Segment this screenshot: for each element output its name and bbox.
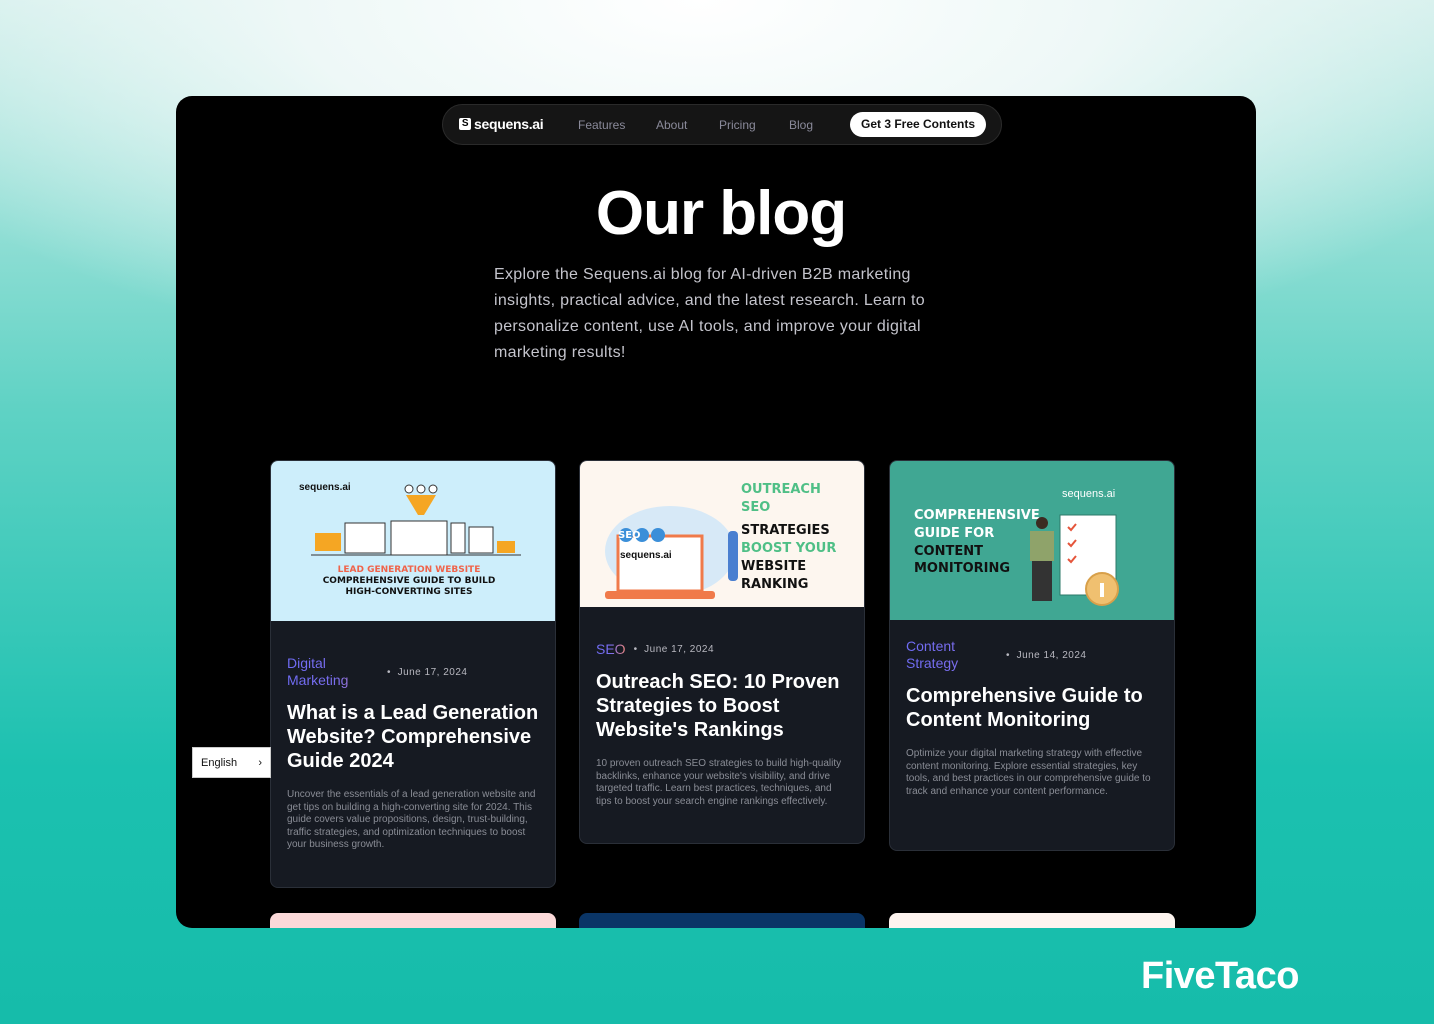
chevron-right-icon: ›	[258, 757, 262, 769]
thumb-badge: SEO	[618, 530, 641, 541]
post-title[interactable]: Comprehensive Guide to Content Monitorin…	[906, 684, 1158, 732]
blog-card-partial[interactable]	[889, 913, 1175, 928]
post-title[interactable]: Outreach SEO: 10 Proven Strategies to Bo…	[596, 670, 848, 742]
page-intro: Explore the Sequens.ai blog for AI-drive…	[494, 266, 925, 361]
thumb-line: STRATEGIES	[741, 523, 830, 538]
thumb-line: WEBSITE	[741, 559, 807, 574]
thumb-line: MONITORING	[914, 561, 1011, 576]
blog-card-partial[interactable]	[270, 913, 556, 928]
post-thumbnail: sequens.ai LEAD GENERATION WEBSITE COMPR…	[271, 461, 555, 621]
post-date: • June 14, 2024	[1006, 649, 1087, 661]
thumb-brand: sequens.ai	[620, 550, 672, 561]
post-thumbnail: sequens.ai COMPREHENSIVE GUIDE FOR CONTE…	[890, 461, 1174, 620]
nav-blog[interactable]: Blog	[789, 118, 813, 132]
nav-pricing[interactable]: Pricing	[719, 118, 756, 132]
nav-features[interactable]: Features	[578, 118, 625, 132]
nav-about[interactable]: About	[656, 118, 687, 132]
browser-window: Ssequens.ai Features About Pricing Blog …	[176, 96, 1256, 928]
get-free-contents-button[interactable]: Get 3 Free Contents	[850, 112, 986, 137]
thumb-line: RANKING	[741, 577, 809, 592]
post-category[interactable]: Digital Marketing	[287, 655, 387, 689]
thumb-line: SEO	[741, 500, 771, 515]
brand-logo[interactable]: Ssequens.ai	[459, 116, 544, 132]
thumb-line: OUTREACH	[741, 482, 821, 497]
post-category[interactable]: Content Strategy	[906, 638, 1006, 672]
post-excerpt: Uncover the essentials of a lead generat…	[287, 789, 536, 851]
post-thumbnail: sequens.ai SEO OUTREACH SEO STRATEGIES B…	[580, 461, 864, 607]
thumb-line: CONTENT	[914, 544, 983, 559]
thumb-line: HIGH-CONVERTING SITES	[345, 587, 473, 597]
funnel-illustration-icon	[311, 484, 521, 556]
thumb-line: LEAD GENERATION WEBSITE	[337, 565, 481, 575]
post-date: • June 17, 2024	[633, 644, 715, 655]
post-title[interactable]: What is a Lead Generation Website? Compr…	[287, 701, 539, 773]
post-excerpt: 10 proven outreach SEO strategies to bui…	[596, 758, 842, 807]
thumb-line: GUIDE FOR	[914, 526, 995, 541]
language-selector[interactable]: English ›	[192, 747, 271, 778]
page-title: Our blog	[595, 179, 847, 248]
blog-card[interactable]: sequens.ai LEAD GENERATION WEBSITE COMPR…	[270, 460, 556, 888]
post-category[interactable]: SEO	[596, 641, 626, 658]
blog-card[interactable]: sequens.ai COMPREHENSIVE GUIDE FOR CONTE…	[889, 460, 1175, 851]
blog-card-partial[interactable]	[579, 913, 865, 928]
logo-icon: S	[459, 118, 471, 130]
thumb-line: BOOST YOUR	[741, 541, 837, 556]
post-date: • June 17, 2024	[387, 666, 468, 678]
language-label: English	[201, 757, 238, 769]
top-nav: Ssequens.ai Features About Pricing Blog …	[442, 104, 1002, 145]
fivetaco-watermark: FiveTaco	[1141, 955, 1299, 997]
post-excerpt: Optimize your digital marketing strategy…	[906, 748, 1151, 797]
brand-name: sequens.ai	[474, 116, 544, 132]
thumb-line: COMPREHENSIVE GUIDE TO BUILD	[322, 576, 496, 586]
thumb-brand: sequens.ai	[1062, 488, 1116, 500]
blog-card[interactable]: sequens.ai SEO OUTREACH SEO STRATEGIES B…	[579, 460, 865, 844]
checklist-person-illustration-icon	[1030, 514, 1119, 606]
